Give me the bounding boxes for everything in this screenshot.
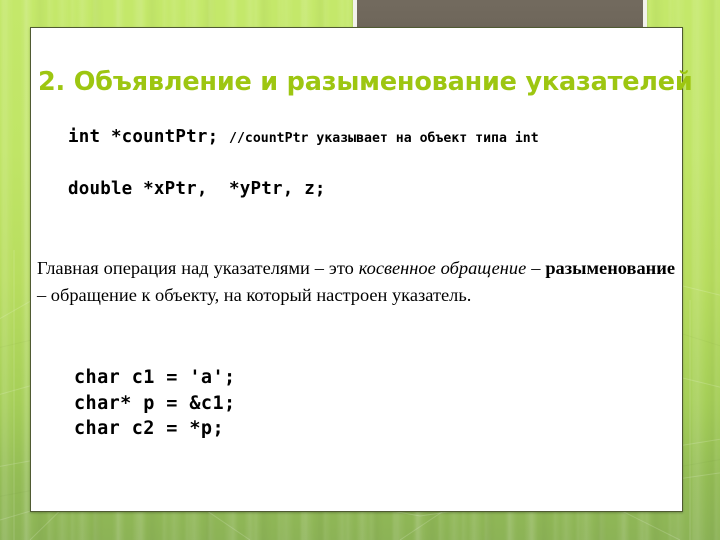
code-line-char-p: char* p = &c1;: [74, 392, 236, 414]
code-block-char-example: char c1 = 'a'; char* p = &c1; char c2 = *p…: [74, 365, 236, 442]
code-block-declaration-int: int *countPtr; //countPtr указывает на о…: [68, 127, 539, 147]
slide-title: 2. Объявление и разыменование указателей: [38, 67, 693, 97]
paragraph-bold-dereferencing: разыменование: [545, 258, 676, 278]
paragraph-text-part1: Главная операция над указателями – это: [37, 258, 359, 278]
code-comment-countptr: //countPtr указывает на объект типа int: [229, 131, 539, 146]
paragraph-text-part3: – обращение к объекту, на который настро…: [37, 284, 472, 305]
code-line-int-countptr: int *countPtr;: [68, 127, 230, 147]
panel-content: 2. Объявление и разыменование указателей…: [30, 27, 693, 512]
paragraph-dereferencing: Главная операция над указателями – это к…: [37, 255, 675, 308]
code-line-double-xptr: double *xPtr, *yPtr, z;: [68, 179, 326, 199]
presentation-slide: 2. Объявление и разыменование указателей…: [0, 0, 720, 540]
paragraph-text-part2: –: [526, 258, 546, 278]
code-line-char-c2: char c2 = *p;: [74, 418, 224, 439]
code-line-char-c1: char c1 = 'a';: [74, 367, 236, 388]
paragraph-italic-indirect-access: косвенное обращение: [358, 258, 527, 278]
